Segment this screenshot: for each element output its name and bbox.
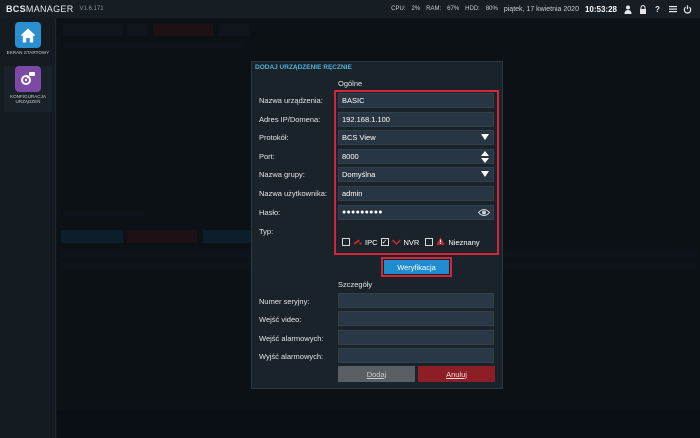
group-label: Nazwa grupy: [259, 170, 305, 179]
ip-address-label: Adres IP/Domena: [259, 115, 321, 124]
title-bar: BCSMANAGER V1.6.171 CPU: 2% RAM: 67% HDD… [0, 0, 700, 18]
alarm-outputs-label: Wyjść alarmowych: [259, 352, 324, 361]
type-label: Typ: [259, 227, 274, 236]
cpu-label: CPU: [391, 6, 406, 12]
serial-label: Numer seryjny: [259, 297, 310, 306]
alarm-inputs-label: Wejść alarmowych: [259, 334, 324, 343]
verify-highlight: Weryfikacja [381, 257, 452, 277]
alarm-inputs-field [338, 330, 494, 345]
home-icon [15, 22, 41, 48]
sidebar-item-home[interactable]: EKRAN STARTOWY [4, 22, 52, 68]
verify-button[interactable]: Weryfikacja [384, 260, 449, 274]
highlight-frame [334, 90, 499, 255]
hdd-label: HDD: [465, 6, 480, 12]
sidebar-item-label: EKRAN STARTOWY [6, 50, 50, 55]
cpu-value: 2% [411, 6, 421, 12]
clock: 10:53:28 [584, 4, 617, 14]
status-bar: CPU: 2% RAM: 67% HDD: 80% piątek, 17 kwi… [391, 0, 692, 18]
port-label: Port: [259, 152, 275, 161]
date-text: piątek, 17 kwietnia 2020 [503, 5, 579, 13]
username-label: Nazwa użytkownika: [259, 189, 327, 198]
ram-label: RAM: [426, 6, 442, 12]
ram-value: 67% [447, 6, 460, 12]
section-details: Szczegóły [338, 280, 373, 289]
menu-icon[interactable] [668, 5, 677, 14]
app-version: V1.6.171 [79, 6, 104, 12]
password-label: Hasło: [259, 208, 281, 217]
section-general: Ogólne [338, 79, 363, 88]
config-icon [15, 66, 41, 92]
add-device-dialog: DODAJ URZĄDZENIE RĘCZNIE Ogólne Nazwa ur… [251, 61, 503, 389]
sidebar-item-label: KONFIGURACJA URZĄDZEŃ [10, 94, 46, 105]
dialog-title: DODAJ URZĄDZENIE RĘCZNIE [255, 64, 352, 71]
video-inputs-field [338, 311, 494, 326]
hdd-value: 80% [485, 6, 498, 12]
device-name-label: Nazwa urządzenia: [259, 96, 323, 105]
alarm-outputs-field [338, 348, 494, 363]
help-icon[interactable]: ? [653, 5, 662, 14]
app-logo: BCSMANAGER [6, 4, 74, 14]
lock-icon[interactable] [638, 4, 647, 14]
user-icon[interactable] [623, 5, 632, 14]
serial-field [338, 293, 494, 308]
sidebar: EKRAN STARTOWY KONFIGURACJA URZĄDZEŃ [0, 18, 56, 438]
power-icon[interactable] [683, 4, 692, 14]
add-button[interactable]: Dodaj [338, 366, 415, 382]
video-inputs-label: Wejść video: [259, 315, 302, 324]
protocol-label: Protokół: [259, 133, 289, 142]
sidebar-item-configuration[interactable]: KONFIGURACJA URZĄDZEŃ [4, 66, 52, 112]
cancel-button[interactable]: Anuluj [418, 366, 495, 382]
